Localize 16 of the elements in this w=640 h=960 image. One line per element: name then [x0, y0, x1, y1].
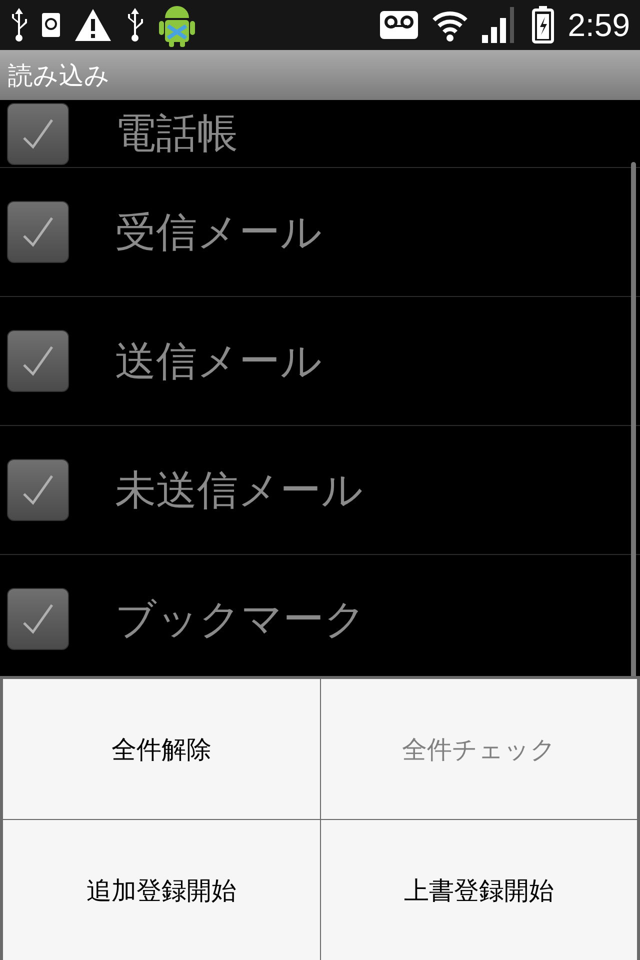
screen-title: 読み込み [8, 60, 110, 92]
voicemail-icon [380, 11, 418, 39]
item-label: 受信メール [115, 206, 322, 258]
usb-icon [10, 6, 28, 44]
item-label: 未送信メール [115, 464, 363, 516]
menu-item[interactable]: 全件解除 [3, 679, 320, 819]
battery-icon [532, 6, 554, 44]
item-label: 送信メール [115, 336, 322, 386]
usb-icon [126, 6, 144, 44]
warning-icon [74, 8, 112, 42]
menu-item[interactable]: 追加登録開始 [3, 820, 320, 960]
item-label: 電話帳 [115, 108, 238, 159]
item-label: ブックマーク [115, 594, 366, 644]
clock: 2:59 [568, 6, 630, 44]
hard-drive-icon [42, 13, 60, 37]
menu-item[interactable]: 上書登録開始 [320, 820, 637, 960]
